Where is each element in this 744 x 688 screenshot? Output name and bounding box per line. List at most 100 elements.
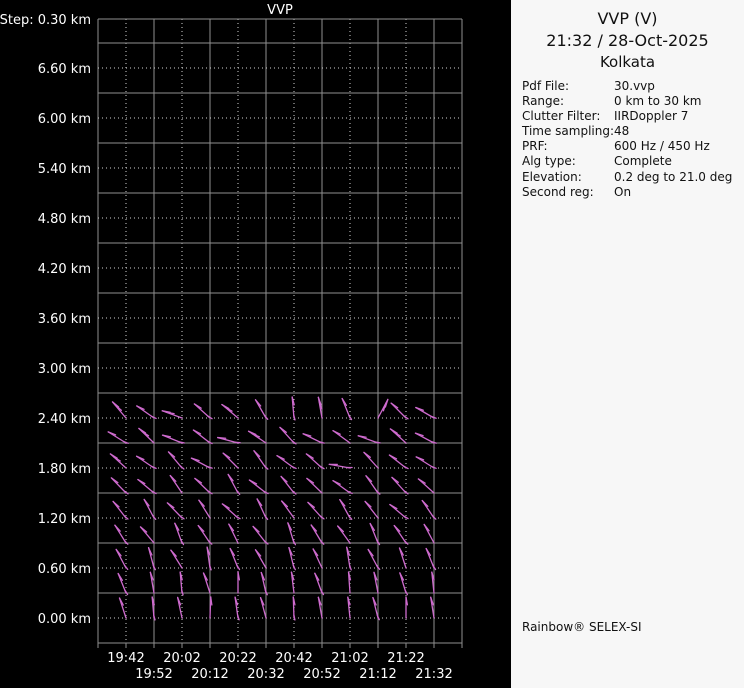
y-axis-label: 4.20 km	[38, 262, 91, 277]
x-axis-label: 21:12	[359, 667, 396, 682]
y-axis-label: 5.40 km	[38, 162, 91, 177]
x-axis-label: 20:22	[219, 651, 256, 666]
wind-barb	[136, 405, 157, 420]
y-axis-label: 0.60 km	[38, 562, 91, 577]
field-value: 30.vvp	[614, 79, 655, 93]
panel-datetime: 21:32 / 28-Oct-2025	[546, 31, 709, 50]
y-axis-label: 4.80 km	[38, 212, 91, 227]
wind-barb	[346, 546, 352, 571]
field-label: Time sampling:	[522, 124, 615, 139]
field-row: Time sampling: 48	[522, 124, 740, 139]
wind-barb	[221, 403, 239, 419]
field-label: Clutter Filter:	[522, 109, 601, 124]
wind-barb	[276, 455, 297, 470]
field-value: 0.2 deg to 21.0 deg	[614, 169, 733, 184]
field-label: Second reg:	[522, 184, 594, 199]
wind-barb	[206, 546, 212, 571]
brand-footer: Rainbow® SELEX-SI	[522, 620, 642, 634]
wind-barb	[174, 522, 185, 546]
wind-barb	[209, 596, 213, 619]
wind-barb	[161, 410, 183, 419]
x-axis-label: 20:12	[191, 667, 228, 682]
y-axis-label: 1.20 km	[38, 512, 91, 527]
y-axis-label: 2.40 km	[38, 412, 91, 427]
wind-barb	[414, 432, 437, 444]
x-axis-label: 20:42	[275, 651, 312, 666]
field-list: Pdf File: 30.vvp Range: 0 km to 30 km Clutte…	[522, 79, 740, 200]
y-axis-label: 6.00 km	[38, 112, 91, 127]
vvp-plot-svg: VVP Step: 0.30 km 6.60 km 6.00 km 5.40 km 4.8…	[0, 0, 511, 688]
wind-barb	[317, 396, 323, 419]
field-row: PRF: 600 Hz / 450 Hz	[522, 139, 740, 154]
wind-barb	[118, 597, 127, 619]
wind-barb	[167, 451, 185, 470]
wind-barb	[281, 500, 295, 519]
wind-barb	[161, 434, 185, 444]
wind-barb	[170, 549, 183, 569]
wind-barb	[169, 474, 183, 494]
wind-barb	[305, 453, 325, 470]
wind-barb	[202, 572, 211, 594]
wind-barb	[190, 457, 213, 469]
x-axis-label: 20:02	[163, 651, 200, 666]
wind-barb	[339, 498, 353, 520]
wind-barb	[417, 478, 435, 494]
wind-barb	[221, 503, 241, 520]
x-axis-label: 20:32	[247, 667, 284, 682]
wind-barb	[364, 500, 379, 519]
wind-barb	[137, 478, 157, 495]
wind-barb	[328, 463, 353, 469]
field-value: 600 Hz / 450 Hz	[614, 139, 710, 154]
wind-barb	[398, 547, 407, 569]
field-label: Elevation:	[522, 169, 582, 184]
wind-barb	[287, 522, 297, 546]
wind-barb	[389, 503, 409, 520]
wind-barb	[247, 430, 267, 444]
wind-barb	[341, 397, 353, 421]
wind-barb	[149, 571, 155, 594]
wind-barb	[237, 571, 241, 594]
wind-barb	[222, 452, 239, 469]
x-axis-label: 19:52	[135, 667, 172, 682]
field-row: Elevation: 0.2 deg to 21.0 deg	[522, 170, 740, 185]
wind-barb	[302, 433, 325, 444]
wind-barb	[388, 454, 409, 470]
wind-barb	[415, 456, 437, 469]
field-label: Range:	[522, 94, 565, 109]
y-axis-label: 6.60 km	[38, 62, 91, 77]
x-axis-label: 21:22	[387, 651, 424, 666]
wind-barb	[114, 524, 129, 545]
wind-barb	[337, 525, 351, 544]
wind-barb	[198, 499, 211, 519]
field-value: 0 km to 30 km	[614, 94, 702, 109]
y-axis-label: 3.00 km	[38, 362, 91, 377]
x-axis-label: 21:02	[331, 651, 368, 666]
wind-barb	[312, 548, 323, 569]
field-row: Clutter Filter: IIRDoppler 7	[522, 109, 740, 124]
field-row: Pdf File: 30.vvp	[522, 79, 740, 94]
field-row: Second reg: On	[522, 185, 740, 200]
x-axis-label: 19:42	[107, 651, 144, 666]
wind-barb	[390, 402, 409, 420]
wind-barb	[217, 436, 241, 444]
step-label: Step: 0.30 km	[0, 13, 91, 28]
field-value: 48	[614, 124, 630, 139]
x-axis-label: 21:32	[415, 667, 452, 682]
y-axis-label: 3.60 km	[38, 312, 91, 327]
wind-barb	[234, 596, 240, 621]
wind-barb	[228, 523, 239, 544]
field-value: Complete	[614, 154, 672, 169]
wind-barb	[288, 546, 296, 571]
wind-barb	[373, 571, 379, 594]
wind-barb	[393, 524, 409, 545]
field-value: On	[614, 184, 632, 199]
wind-barb	[107, 431, 129, 444]
wind-barb	[405, 596, 409, 619]
wind-barb	[254, 549, 267, 569]
wind-barb	[363, 451, 379, 469]
wind-barbs	[107, 396, 437, 621]
wind-barb	[135, 455, 157, 470]
wind-barb	[259, 597, 267, 619]
wind-barb	[192, 429, 213, 445]
wind-barb	[291, 396, 296, 421]
